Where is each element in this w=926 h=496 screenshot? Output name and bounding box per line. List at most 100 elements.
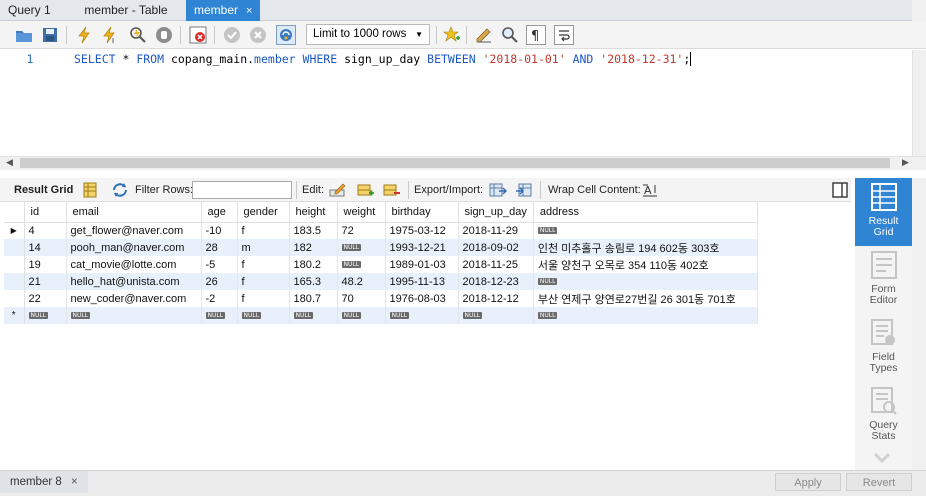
row-marker[interactable] bbox=[4, 290, 25, 307]
table-cell-birthday[interactable]: 1976-08-03 bbox=[385, 290, 459, 307]
table-cell-email[interactable]: hello_hat@unista.com bbox=[66, 273, 202, 290]
result-grid[interactable]: id email age gender height weight birthd… bbox=[4, 202, 764, 324]
table-cell-age[interactable]: NULL bbox=[201, 307, 238, 324]
close-icon[interactable]: × bbox=[71, 476, 78, 488]
table-row[interactable]: 21 hello_hat@unista.com 26 f 165.3 48.2 1995-1… bbox=[4, 273, 758, 290]
table-cell-gender[interactable]: f bbox=[237, 273, 290, 290]
column-header[interactable]: email bbox=[66, 202, 202, 223]
table-cell-age[interactable]: 26 bbox=[201, 273, 238, 290]
table-cell-sign-up-day[interactable]: 2018-12-23 bbox=[458, 273, 534, 290]
table-cell-email[interactable]: cat_movie@lotte.com bbox=[66, 256, 202, 273]
column-header[interactable]: sign_up_day bbox=[458, 202, 534, 223]
table-cell-birthday[interactable]: 1989-01-03 bbox=[385, 256, 459, 273]
tab-member-table[interactable]: member - Table bbox=[72, 0, 180, 21]
column-header[interactable]: age bbox=[201, 202, 238, 223]
execute-icon[interactable] bbox=[74, 25, 94, 45]
table-cell-weight[interactable]: 70 bbox=[337, 290, 386, 307]
column-header[interactable]: birthday bbox=[385, 202, 459, 223]
table-cell-height[interactable]: 182 bbox=[289, 239, 338, 256]
table-cell-address[interactable]: 부산 연제구 양연로27번길 26 301동 701호 bbox=[533, 290, 758, 307]
row-marker[interactable] bbox=[4, 273, 25, 290]
chevron-down-icon[interactable] bbox=[872, 450, 892, 466]
export-icon[interactable] bbox=[488, 180, 508, 200]
toggle-errors-icon[interactable] bbox=[188, 25, 208, 45]
column-header[interactable]: height bbox=[289, 202, 338, 223]
table-cell-id[interactable]: NULL bbox=[24, 307, 67, 324]
table-cell-birthday[interactable]: 1993-12-21 bbox=[385, 239, 459, 256]
table-cell-id[interactable]: 4 bbox=[24, 222, 67, 239]
wrap-cell-icon[interactable]: A bbox=[640, 180, 660, 200]
table-cell-email[interactable]: NULL bbox=[66, 307, 202, 324]
refresh-icon[interactable] bbox=[110, 180, 130, 200]
filter-rows-input[interactable] bbox=[192, 181, 292, 199]
table-cell-sign-up-day[interactable]: 2018-09-02 bbox=[458, 239, 534, 256]
row-marker[interactable] bbox=[4, 256, 25, 273]
table-cell-sign-up-day[interactable]: 2018-11-25 bbox=[458, 256, 534, 273]
new-row[interactable]: * NULL NULL NULL NULL NULL NULL NULL NULL NULL bbox=[4, 307, 758, 324]
table-cell-sign-up-day[interactable]: 2018-12-12 bbox=[458, 290, 534, 307]
tab-scroll[interactable] bbox=[912, 0, 926, 21]
table-cell-weight[interactable]: NULL bbox=[337, 256, 386, 273]
table-cell-email[interactable]: pooh_man@naver.com bbox=[66, 239, 202, 256]
execute-current-icon[interactable]: I bbox=[100, 25, 120, 45]
table-cell-sign-up-day[interactable]: 2018-11-29 bbox=[458, 222, 534, 239]
table-cell-address[interactable]: NULL bbox=[533, 273, 758, 290]
result-vertical-scrollbar[interactable] bbox=[912, 178, 926, 474]
table-row[interactable]: ▶ 4 get_flower@naver.com -10 f 183.5 72 1975-03… bbox=[4, 222, 758, 239]
column-header[interactable]: address bbox=[533, 202, 758, 223]
editor-vertical-scrollbar[interactable] bbox=[912, 50, 926, 156]
column-header[interactable]: gender bbox=[237, 202, 290, 223]
table-cell-height[interactable]: 165.3 bbox=[289, 273, 338, 290]
invisible-chars-icon[interactable]: ¶ bbox=[526, 25, 546, 45]
column-header[interactable]: weight bbox=[337, 202, 386, 223]
table-cell-weight[interactable]: 48.2 bbox=[337, 273, 386, 290]
sql-statement[interactable]: SELECT * FROM copang_main.member WHERE s… bbox=[74, 52, 704, 66]
edit-row-icon[interactable] bbox=[328, 180, 348, 200]
revert-button[interactable]: Revert bbox=[846, 473, 912, 491]
table-cell-id[interactable]: 21 bbox=[24, 273, 67, 290]
side-panel-item-result[interactable]: Result Grid bbox=[855, 178, 912, 246]
table-cell-email[interactable]: new_coder@naver.com bbox=[66, 290, 202, 307]
table-cell-gender[interactable]: m bbox=[237, 239, 290, 256]
table-cell-birthday[interactable]: NULL bbox=[385, 307, 459, 324]
table-row[interactable]: 19 cat_movie@lotte.com -5 f 180.2 NULL 1989-01… bbox=[4, 256, 758, 273]
autocommit-icon[interactable] bbox=[276, 25, 296, 45]
grid-layout-icon[interactable] bbox=[80, 180, 100, 200]
table-cell-sign-up-day[interactable]: NULL bbox=[458, 307, 534, 324]
table-cell-address[interactable]: 서울 양천구 오목로 354 110동 402호 bbox=[533, 256, 758, 273]
table-row[interactable]: 22 new_coder@naver.com -2 f 180.7 70 1976-08-0… bbox=[4, 290, 758, 307]
beautify-icon[interactable] bbox=[474, 25, 494, 45]
import-icon[interactable] bbox=[514, 180, 534, 200]
limit-rows-select[interactable]: Limit to 1000 rows ▼ bbox=[306, 24, 430, 45]
table-cell-gender[interactable]: f bbox=[237, 256, 290, 273]
current-row-marker[interactable]: ▶ bbox=[4, 222, 25, 239]
table-cell-height[interactable]: 183.5 bbox=[289, 222, 338, 239]
side-panel-item-query[interactable]: Query Stats bbox=[855, 382, 912, 450]
table-cell-weight[interactable]: 72 bbox=[337, 222, 386, 239]
open-file-icon[interactable] bbox=[14, 25, 34, 45]
apply-button[interactable]: Apply bbox=[775, 473, 841, 491]
table-cell-address[interactable]: NULL bbox=[533, 222, 758, 239]
table-cell-email[interactable]: get_flower@naver.com bbox=[66, 222, 202, 239]
scroll-right-icon[interactable]: ▶ bbox=[902, 157, 909, 168]
stop-icon[interactable] bbox=[154, 25, 174, 45]
side-panel-item-field[interactable]: Field Types bbox=[855, 314, 912, 382]
table-cell-age[interactable]: -10 bbox=[201, 222, 238, 239]
table-cell-height[interactable]: 180.7 bbox=[289, 290, 338, 307]
insert-row-icon[interactable] bbox=[356, 180, 376, 200]
toggle-panel-icon[interactable] bbox=[830, 180, 850, 200]
word-wrap-icon[interactable] bbox=[554, 25, 574, 45]
table-row[interactable]: 14 pooh_man@naver.com 28 m 182 NULL 1993-12-21… bbox=[4, 239, 758, 256]
tab-member[interactable]: member × bbox=[186, 0, 260, 21]
find-icon[interactable] bbox=[500, 25, 520, 45]
commit-icon[interactable] bbox=[222, 25, 242, 45]
add-snippet-icon[interactable] bbox=[442, 25, 462, 45]
close-icon[interactable]: × bbox=[246, 5, 252, 17]
save-icon[interactable] bbox=[40, 25, 60, 45]
rollback-icon[interactable] bbox=[248, 25, 268, 45]
table-cell-id[interactable]: 19 bbox=[24, 256, 67, 273]
result-tab[interactable]: member 8 × bbox=[0, 471, 88, 493]
table-cell-address[interactable]: 인천 미추홀구 송림로 194 602동 303호 bbox=[533, 239, 758, 256]
table-cell-birthday[interactable]: 1975-03-12 bbox=[385, 222, 459, 239]
delete-row-icon[interactable] bbox=[382, 180, 402, 200]
